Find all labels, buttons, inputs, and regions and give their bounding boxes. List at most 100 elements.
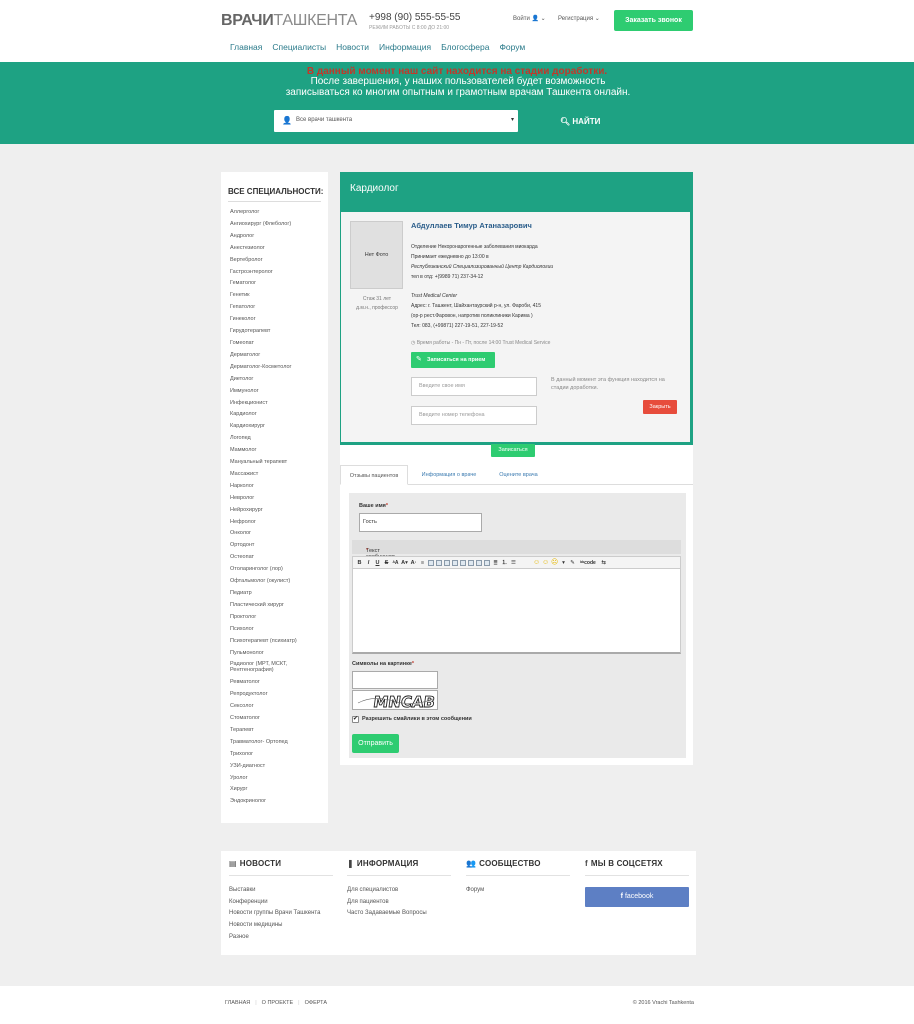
bullet-list-icon[interactable]: ☰ xyxy=(510,559,517,567)
footer-link[interactable]: Конференции xyxy=(229,897,333,909)
phone-input[interactable]: Введите номер телефона xyxy=(411,406,537,425)
sidebar-item[interactable]: Аллерголог xyxy=(230,209,326,216)
sidebar-item[interactable]: Невролог xyxy=(230,495,326,502)
sidebar-item[interactable]: Педиатр xyxy=(230,590,326,597)
sidebar-item[interactable]: Сексолог xyxy=(230,703,326,710)
doctor-name[interactable]: Абдуллаев Тимур Атаназарович xyxy=(411,221,532,230)
footer-link[interactable]: Форум xyxy=(466,885,570,897)
video-icon[interactable] xyxy=(460,559,466,566)
tab-doctor-info[interactable]: Информация о враче xyxy=(414,465,484,485)
nav-blogosphere[interactable]: Блогосфера xyxy=(441,42,489,56)
nav-news[interactable]: Новости xyxy=(336,42,369,56)
sidebar-item[interactable]: Маммолог xyxy=(230,447,326,454)
sidebar-item[interactable]: Ортодонт xyxy=(230,542,326,549)
sidebar-item[interactable]: Психолог xyxy=(230,626,326,633)
message-editor[interactable] xyxy=(352,568,681,654)
sidebar-item[interactable]: Вертебролог xyxy=(230,257,326,264)
font-family-icon[interactable]: A· xyxy=(410,559,417,567)
sidebar-item[interactable]: Иммунолог xyxy=(230,388,326,395)
sidebar-item[interactable]: Эндокринолог xyxy=(230,798,326,805)
sidebar-item[interactable]: Нарколог xyxy=(230,483,326,490)
sidebar-item[interactable]: Остеопат xyxy=(230,554,326,561)
code-icon[interactable] xyxy=(436,559,442,566)
sidebar-item[interactable]: Стоматолог xyxy=(230,715,326,722)
sidebar-item[interactable]: Гомеопат xyxy=(230,340,326,347)
sidebar-item[interactable]: Нефролог xyxy=(230,519,326,526)
bold-icon[interactable]: B xyxy=(356,559,363,567)
more-smileys-icon[interactable]: ▾ xyxy=(560,559,567,567)
captcha-input[interactable] xyxy=(352,671,438,689)
pencil-icon[interactable]: ✎ xyxy=(569,559,576,567)
register-link[interactable]: Регистрация ⌄ xyxy=(558,15,600,22)
hr-icon[interactable] xyxy=(476,559,482,566)
format-icon[interactable]: ⇆ xyxy=(600,559,607,567)
footer-link[interactable]: Для пациентов xyxy=(347,897,451,909)
sidebar-item[interactable]: Трихолог xyxy=(230,751,326,758)
sidebar-item[interactable]: Ревматолог xyxy=(230,679,326,686)
sidebar-item[interactable]: Уролог xyxy=(230,775,326,782)
footer-link[interactable]: Разное xyxy=(229,932,333,944)
smiley-wink-icon[interactable]: ☺ xyxy=(542,559,549,567)
sidebar-item[interactable]: Онколог xyxy=(230,531,326,537)
sidebar-item[interactable]: Дерматолог xyxy=(230,352,326,359)
bottom-link-home[interactable]: ГЛАВНАЯ xyxy=(225,1000,250,1006)
footer-link[interactable]: Выставки xyxy=(229,885,333,897)
login-link[interactable]: Войти 👤 ⌄ xyxy=(513,15,546,22)
sidebar-item[interactable]: Пластический хирург xyxy=(230,602,326,609)
sidebar-item[interactable]: Отоларинголог (лор) xyxy=(230,566,326,573)
sidebar-item[interactable]: Генетик xyxy=(230,292,326,299)
sidebar-item[interactable]: Кардиолог xyxy=(230,412,326,418)
sidebar-item[interactable]: Нейрохирург xyxy=(230,507,326,514)
footer-link[interactable]: Новости группы Врачи Ташкента xyxy=(229,908,333,920)
tab-reviews[interactable]: Отзывы пациентов xyxy=(340,465,408,485)
font-size-icon[interactable]: ᴬA xyxy=(392,559,399,567)
italic-icon[interactable]: I xyxy=(365,559,372,567)
sidebar-item[interactable]: Репродуктолог xyxy=(230,691,326,698)
sidebar-item[interactable]: Гастроэнтеролог xyxy=(230,269,326,276)
sidebar-item[interactable]: Мануальный терапевт xyxy=(230,459,326,466)
nav-specialists[interactable]: Специалисты xyxy=(272,42,326,56)
sidebar-item[interactable]: Проктолог xyxy=(230,614,326,621)
signup-button[interactable]: Записаться xyxy=(491,444,535,457)
nav-home[interactable]: Главная xyxy=(230,42,262,56)
site-logo[interactable]: ВРАЧИТАШКЕНТА xyxy=(221,12,357,30)
link-icon[interactable] xyxy=(452,559,458,566)
sidebar-item[interactable]: Ангиохирург (Флеболог) xyxy=(230,221,326,228)
bottom-link-offer[interactable]: ОФЕРТА xyxy=(305,1000,327,1006)
quote-icon[interactable] xyxy=(428,559,434,566)
font-color-icon[interactable]: A▾ xyxy=(401,559,408,567)
footer-link[interactable]: Часто Задаваемые Вопросы xyxy=(347,908,451,920)
table-icon[interactable] xyxy=(468,559,474,566)
sidebar-item[interactable]: УЗИ-диагност xyxy=(230,763,326,770)
sidebar-item[interactable]: Инфекционист xyxy=(230,400,326,407)
sidebar-item[interactable]: Гепатолог xyxy=(230,304,326,311)
spoiler-icon[interactable] xyxy=(484,559,490,566)
sidebar-item[interactable]: Хирург xyxy=(230,787,326,793)
facebook-button[interactable]: f facebook xyxy=(585,887,689,907)
sidebar-item[interactable]: Терапевт xyxy=(230,727,326,734)
sidebar-item[interactable]: Офтальмолог (окулист) xyxy=(230,578,326,585)
footer-link[interactable]: Новости медицины xyxy=(229,920,333,932)
review-name-input[interactable]: Гость xyxy=(359,513,482,532)
sidebar-item[interactable]: Анестезиолог xyxy=(230,245,326,252)
bottom-link-about[interactable]: О ПРОЕКТЕ xyxy=(262,1000,294,1006)
name-input[interactable]: Введите свое имя xyxy=(411,377,537,396)
sidebar-item[interactable]: Радиолог (МРТ, МСКТ, Рентгенография) xyxy=(230,662,326,674)
close-button[interactable]: Закрыть xyxy=(643,400,677,414)
image-icon[interactable] xyxy=(444,559,450,566)
sidebar-item[interactable]: Психотерапевт (психиатр) xyxy=(230,638,326,645)
sidebar-item[interactable]: Кардиохирург xyxy=(230,423,326,430)
align-icon[interactable]: ≡ xyxy=(419,559,426,567)
underline-icon[interactable]: U xyxy=(374,559,381,567)
sidebar-item[interactable]: Диетолог xyxy=(230,376,326,383)
nav-forum[interactable]: Форум xyxy=(499,42,525,56)
strike-icon[interactable]: S xyxy=(383,559,390,567)
tab-rate-doctor[interactable]: Оцените врача xyxy=(490,465,547,485)
sidebar-item[interactable]: Андролог xyxy=(230,233,326,240)
ordered-list-icon[interactable]: ⒈ xyxy=(501,559,508,567)
sidebar-item[interactable]: Массажист xyxy=(230,471,326,478)
footer-link[interactable]: Для специалистов xyxy=(347,885,451,897)
search-button[interactable]: 🔍︎ НАЙТИ xyxy=(560,117,600,126)
bb-code-icon[interactable]: ᵇᵇcode xyxy=(578,559,598,567)
doctor-select[interactable]: 👤 Все врачи ташкента ▾ xyxy=(274,110,518,132)
